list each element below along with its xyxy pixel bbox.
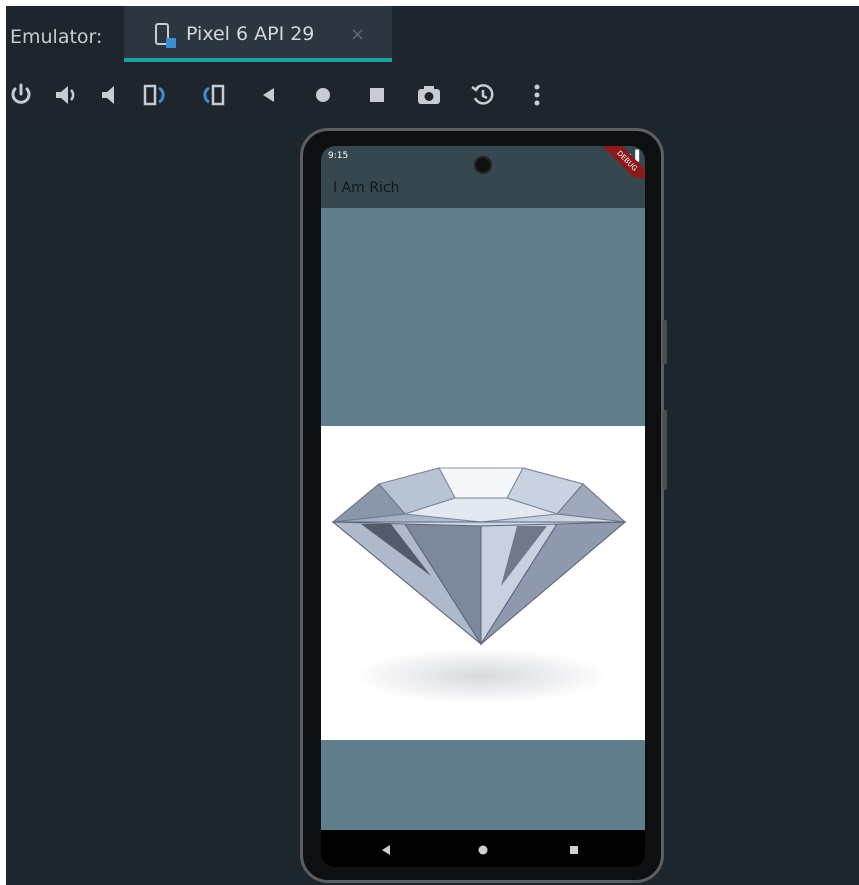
volume-down-icon[interactable]	[96, 80, 126, 110]
tab-pixel-6[interactable]: Pixel 6 API 29 ×	[124, 6, 392, 62]
emulator-label: Emulator:	[10, 26, 103, 48]
rotate-left-icon[interactable]	[140, 80, 170, 110]
home-circle-icon[interactable]	[308, 80, 338, 110]
emulator-toolbar	[6, 62, 859, 128]
status-bar: 9:15 ▾▐ DEBUG	[321, 146, 645, 193]
overview-square-icon[interactable]	[567, 842, 581, 861]
power-icon[interactable]	[6, 80, 36, 110]
camera-icon[interactable]	[414, 80, 444, 110]
volume-up-icon[interactable]	[52, 80, 82, 110]
snapshot-icon[interactable]	[468, 80, 498, 110]
rotate-right-icon[interactable]	[198, 80, 228, 110]
back-triangle-icon[interactable]	[379, 842, 393, 861]
navigation-bar	[321, 830, 645, 867]
app-body	[321, 208, 645, 830]
app-title: I Am Rich	[333, 180, 400, 196]
tab-title: Pixel 6 API 29	[186, 23, 315, 45]
more-vertical-icon[interactable]	[522, 80, 552, 110]
device-power-key[interactable]	[663, 320, 667, 364]
overview-square-icon[interactable]	[362, 80, 392, 110]
device-screen[interactable]: 9:15 ▾▐ DEBUG I Am Rich	[321, 146, 645, 867]
back-triangle-icon[interactable]	[254, 80, 284, 110]
app-bar: I Am Rich	[321, 178, 645, 208]
emulator-tab-bar: Emulator: Pixel 6 API 29 ×	[6, 6, 859, 62]
status-time: 9:15	[328, 151, 349, 161]
phone-device-icon	[154, 22, 178, 50]
device-volume-keys[interactable]	[663, 410, 667, 490]
tab-close-icon[interactable]: ×	[350, 24, 365, 45]
front-camera-icon	[474, 156, 492, 174]
diamond-image	[321, 426, 645, 740]
home-circle-icon[interactable]	[476, 842, 490, 861]
